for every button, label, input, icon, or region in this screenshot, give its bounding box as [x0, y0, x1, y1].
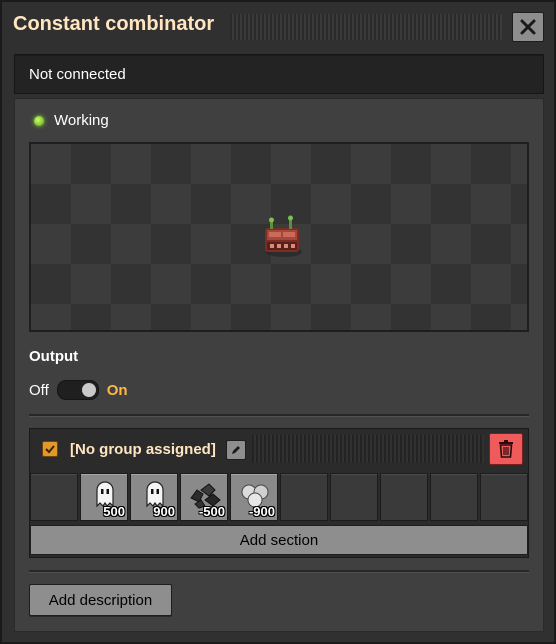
- add-description-button[interactable]: Add description: [29, 584, 172, 616]
- entity-preview[interactable]: [29, 142, 529, 332]
- signal-slot[interactable]: [30, 473, 78, 521]
- main-panel: Working Output Off On [No group assigned…: [14, 98, 544, 632]
- output-toggle-row: Off On: [29, 380, 128, 400]
- delete-section-button[interactable]: [489, 433, 523, 465]
- toggle-off-label: Off: [29, 381, 49, 399]
- close-button[interactable]: [512, 12, 544, 42]
- signal-slot[interactable]: [280, 473, 328, 521]
- signal-count: -900: [248, 504, 275, 519]
- pencil-icon: [232, 446, 240, 454]
- signal-section: [No group assigned] 500 900 -500 -900 Ad…: [29, 428, 529, 558]
- signal-slot[interactable]: [330, 473, 378, 521]
- signal-slots: 500 900 -500 -900: [30, 473, 528, 521]
- toggle-knob: [81, 383, 96, 397]
- working-status: Working: [34, 112, 109, 129]
- signal-count: 900: [153, 504, 175, 519]
- output-toggle-switch[interactable]: [56, 380, 99, 400]
- signal-slot[interactable]: [380, 473, 428, 521]
- connection-status-text: Not connected: [29, 66, 126, 83]
- constant-combinator-entity-icon: [265, 215, 302, 257]
- status-indicator-icon: [34, 115, 44, 126]
- title-drag-handle[interactable]: [230, 14, 502, 40]
- section-drag-handle[interactable]: [252, 435, 484, 463]
- toggle-on-label: On: [106, 381, 128, 399]
- signal-slot[interactable]: 900: [130, 473, 178, 521]
- add-section-button[interactable]: Add section: [30, 525, 528, 555]
- close-icon: [520, 19, 536, 35]
- divider: [29, 570, 529, 573]
- title-bar: Constant combinator: [2, 2, 554, 50]
- signal-slot[interactable]: 500: [80, 473, 128, 521]
- section-header: [No group assigned]: [30, 429, 528, 469]
- status-text: Working: [54, 112, 109, 129]
- signal-slot[interactable]: -500: [180, 473, 228, 521]
- constant-combinator-window: Constant combinator Not connected Workin…: [0, 0, 556, 644]
- connection-status-bar: Not connected: [14, 54, 544, 94]
- signal-count: 500: [103, 504, 125, 519]
- group-label: [No group assigned]: [70, 441, 216, 458]
- edit-group-button[interactable]: [226, 440, 246, 460]
- signal-slot[interactable]: -900: [230, 473, 278, 521]
- signal-slot[interactable]: [480, 473, 528, 521]
- section-enabled-checkbox[interactable]: [42, 441, 58, 457]
- trash-icon: [499, 440, 513, 458]
- signal-count: -500: [198, 504, 225, 519]
- checkmark-icon: [45, 445, 55, 454]
- window-title: Constant combinator: [13, 13, 215, 35]
- divider: [29, 414, 529, 417]
- signal-slot[interactable]: [430, 473, 478, 521]
- output-label: Output: [29, 348, 79, 365]
